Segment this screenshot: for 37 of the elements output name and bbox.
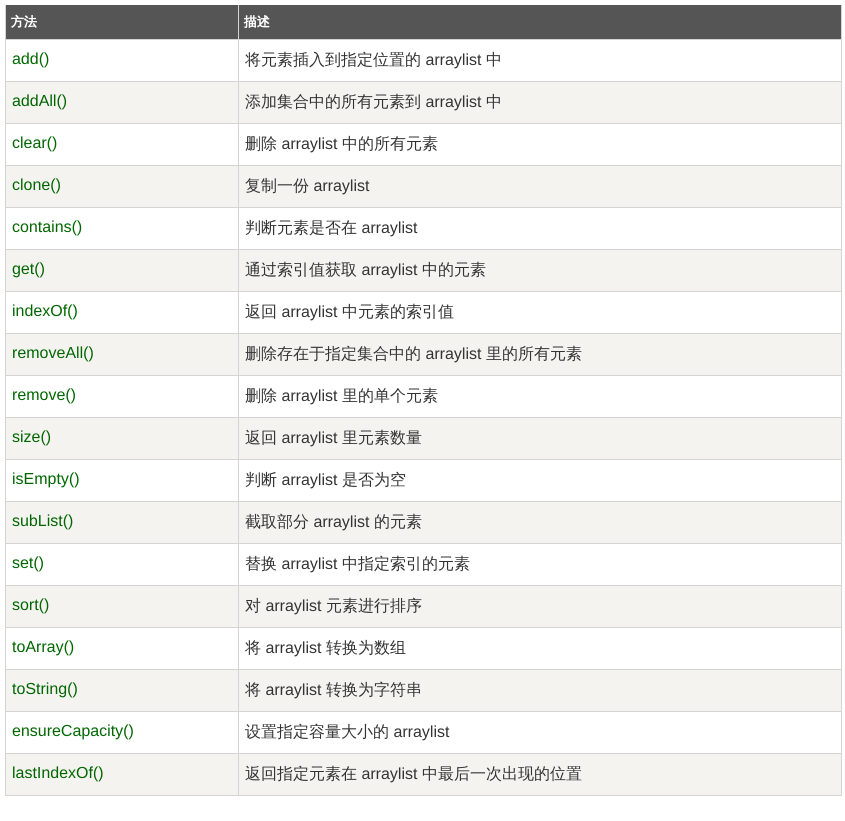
method-link[interactable]: clone(): [12, 177, 61, 194]
table-cell: 通过索引值获取 arraylist 中的元素: [238, 249, 842, 291]
method-link[interactable]: remove(): [12, 387, 76, 404]
method-link[interactable]: isEmpty(): [12, 471, 80, 488]
table-cell: 将元素插入到指定位置的 arraylist 中: [238, 39, 842, 81]
table-cell: 替换 arraylist 中指定索引的元素: [238, 543, 842, 585]
method-link[interactable]: lastIndexOf(): [12, 765, 104, 782]
table-cell: 截取部分 arraylist 的元素: [238, 501, 842, 543]
table-cell: 对 arraylist 元素进行排序: [238, 585, 842, 627]
method-link[interactable]: indexOf(): [12, 303, 78, 320]
column-header: 方法: [6, 5, 238, 39]
method-link[interactable]: size(): [12, 429, 52, 446]
method-link[interactable]: addAll(): [12, 93, 68, 110]
method-link[interactable]: removeAll(): [12, 345, 94, 362]
column-header: 描述: [238, 5, 842, 39]
method-link[interactable]: set(): [12, 555, 44, 572]
method-link[interactable]: toString(): [12, 681, 78, 698]
table-cell: 返回 arraylist 中元素的索引值: [238, 291, 842, 333]
method-link[interactable]: add(): [12, 51, 50, 68]
table-cell: 添加集合中的所有元素到 arraylist 中: [238, 81, 842, 123]
method-link[interactable]: subList(): [12, 513, 74, 530]
method-link[interactable]: contains(): [12, 219, 82, 236]
table-cell: 删除存在于指定集合中的 arraylist 里的所有元素: [238, 333, 842, 375]
table-cell: 返回 arraylist 里元素数量: [238, 417, 842, 459]
table-cell: 设置指定容量大小的 arraylist: [238, 711, 842, 753]
table-cell: 返回指定元素在 arraylist 中最后一次出现的位置: [238, 753, 842, 795]
method-link[interactable]: toArray(): [12, 639, 74, 656]
method-link[interactable]: sort(): [12, 597, 50, 614]
table-cell: 删除 arraylist 中的所有元素: [238, 123, 842, 165]
table-cell: 判断元素是否在 arraylist: [238, 207, 842, 249]
table-cell: 将 arraylist 转换为字符串: [238, 669, 842, 711]
table-cell: 复制一份 arraylist: [238, 165, 842, 207]
method-link[interactable]: get(): [12, 261, 45, 278]
table-cell: 删除 arraylist 里的单个元素: [238, 375, 842, 417]
method-link[interactable]: clear(): [12, 135, 58, 152]
table-cell: 将 arraylist 转换为数组: [238, 627, 842, 669]
table-cell: 判断 arraylist 是否为空: [238, 459, 842, 501]
